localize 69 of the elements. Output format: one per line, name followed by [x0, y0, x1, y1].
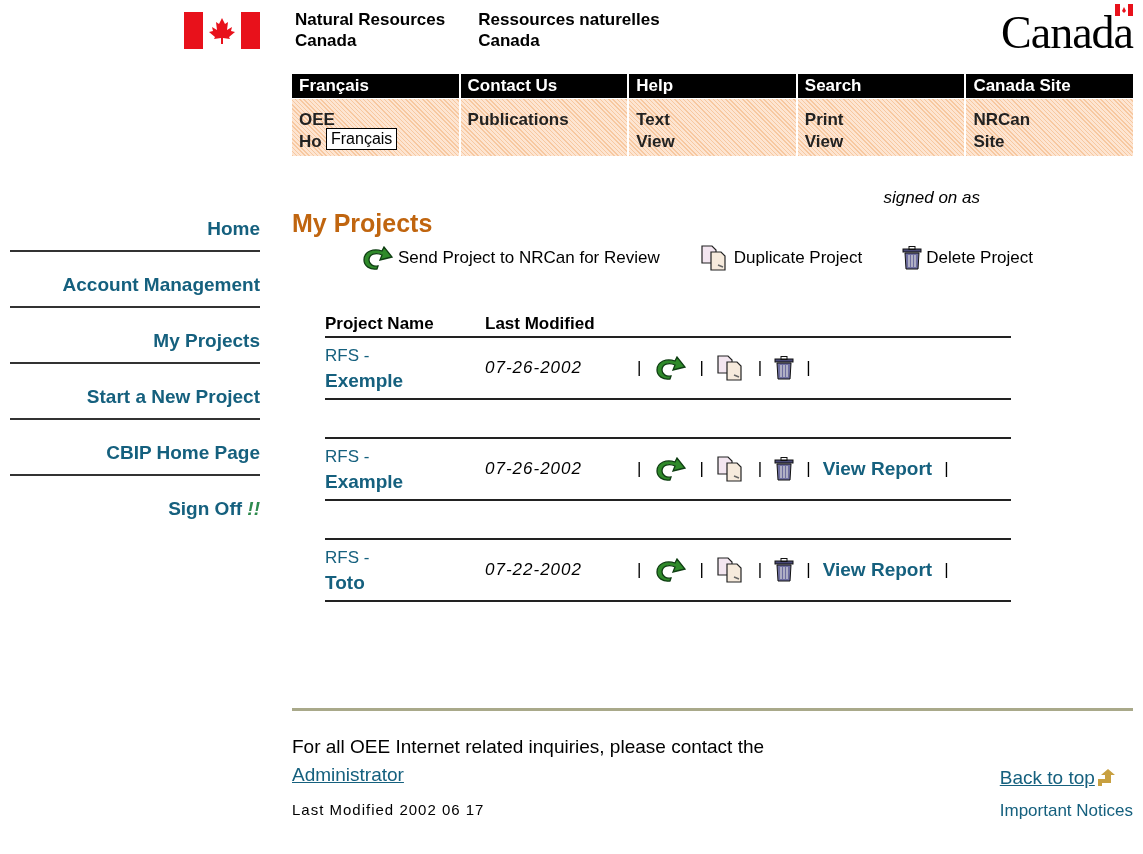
department-name: Natural Resources: [295, 9, 446, 30]
curved-arrow-icon[interactable]: [653, 457, 688, 481]
sidebar-item[interactable]: Sign Off !!: [10, 488, 260, 530]
project-link[interactable]: RFS -: [325, 545, 370, 570]
nav-link[interactable]: Text View: [636, 109, 675, 153]
separator: |: [699, 459, 704, 479]
separator: |: [699, 560, 704, 580]
nav-link[interactable]: Publications: [467, 109, 569, 131]
separator: |: [806, 358, 811, 378]
sidebar-item[interactable]: Account Management: [10, 264, 260, 308]
separator: |: [806, 459, 811, 479]
nav-link[interactable]: NRCan Site: [973, 109, 1031, 153]
column-header: Last Modified: [485, 314, 595, 334]
trash-icon: [902, 246, 923, 270]
department-name: Ressources naturelles: [478, 9, 660, 30]
curved-arrow-icon: [360, 246, 394, 270]
nav-tab[interactable]: Canada Site: [966, 74, 1133, 98]
project-link[interactable]: RFS -: [325, 444, 370, 469]
separator: |: [806, 560, 811, 580]
department-name: Canada: [295, 30, 358, 51]
department-name: Canada: [478, 30, 541, 51]
separator: |: [757, 459, 763, 479]
important-notices-link[interactable]: Important Notices: [999, 801, 1133, 821]
contact-text: For all OEE Internet related inquiries, please contact the Administrator: [292, 735, 766, 787]
separator: |: [757, 358, 763, 378]
view-report-link[interactable]: View Report: [822, 458, 933, 480]
separator: |: [944, 459, 949, 479]
date-cell-text: 07-22-2002: [485, 560, 583, 580]
project-link[interactable]: RFS -: [325, 343, 370, 368]
separator: |: [637, 560, 642, 580]
column-header: Project Name: [325, 314, 435, 334]
up-arrow-icon: [1096, 769, 1115, 787]
nav-tab[interactable]: Search: [797, 74, 965, 98]
project-link[interactable]: Example: [325, 469, 404, 494]
sidebar-item[interactable]: My Projects: [10, 320, 260, 364]
date-cell-text: 07-26-2002: [485, 358, 583, 378]
last-modified-text: Last Modified 2002 06 17: [292, 801, 486, 820]
flag-icon: [184, 12, 260, 49]
nav-tab[interactable]: Français: [292, 74, 459, 98]
project-link[interactable]: Toto: [325, 570, 365, 595]
view-report-link[interactable]: View Report: [822, 559, 933, 581]
curved-arrow-icon[interactable]: [653, 558, 688, 582]
nav-link[interactable]: Print View: [804, 109, 844, 153]
action-link[interactable]: Duplicate Project: [699, 245, 863, 271]
nav-tab[interactable]: Contact Us: [460, 74, 628, 98]
separator: |: [699, 358, 704, 378]
action-link[interactable]: Send Project to NRCan for Review: [360, 246, 660, 270]
separator: |: [637, 459, 642, 479]
separator: |: [944, 560, 949, 580]
project-link[interactable]: Exemple: [325, 368, 404, 393]
sidebar-item[interactable]: CBIP Home Page: [10, 432, 260, 476]
separator: |: [637, 358, 642, 378]
nav-tab[interactable]: Help: [629, 74, 796, 98]
trash-icon[interactable]: [774, 558, 795, 582]
signed-on-text: signed on as: [883, 188, 980, 208]
trash-icon[interactable]: [774, 457, 795, 481]
trash-icon[interactable]: [774, 356, 795, 380]
tooltip: Français: [326, 128, 398, 150]
curved-arrow-icon[interactable]: [653, 356, 688, 380]
back-to-top-link[interactable]: Back to top: [999, 767, 1095, 789]
wordmark: Canada: [1001, 17, 1133, 49]
page-title: My Projects: [292, 208, 434, 239]
date-cell-text: 07-26-2002: [485, 459, 583, 479]
flag-icon: [1115, 4, 1133, 16]
separator: |: [757, 560, 763, 580]
sidebar-item[interactable]: Home: [10, 208, 260, 252]
administrator-link[interactable]: Administrator: [292, 764, 404, 785]
action-link[interactable]: Delete Project: [902, 246, 1034, 270]
sidebar-item[interactable]: Start a New Project: [10, 376, 260, 420]
